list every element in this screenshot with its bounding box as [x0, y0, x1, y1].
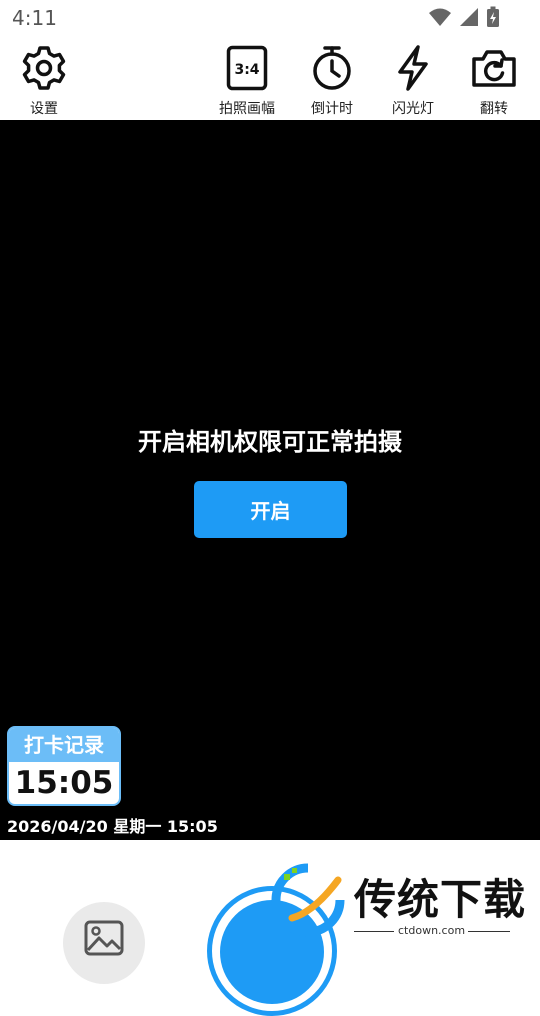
flash-icon	[398, 45, 428, 91]
date-time-stamp: 2026/04/20 星期一 15:05	[7, 817, 218, 836]
enable-camera-button[interactable]: 开启	[194, 481, 347, 538]
aspect-ratio-icon: 3:4	[226, 45, 268, 91]
image-icon	[84, 920, 124, 956]
aspect-ratio-value: 3:4	[234, 62, 259, 78]
flip-camera-button[interactable]: 翻转	[454, 44, 534, 118]
aspect-ratio-label: 拍照画幅	[219, 101, 275, 117]
watermark-logo-icon	[271, 863, 345, 937]
camera-viewfinder: 开启相机权限可正常拍摄 开启 打卡记录 15:05 2026/04/20 星期一…	[0, 120, 540, 840]
site-watermark: 传统下载 ctdown.com	[268, 860, 530, 940]
status-time: 4:11	[12, 6, 57, 30]
wifi-icon	[429, 8, 451, 26]
watermark-site: ctdown.com	[398, 924, 466, 937]
camera-toolbar: 设置 3:4 拍照画幅 倒计时 闪光灯 翻转	[0, 36, 540, 120]
aspect-ratio-button[interactable]: 3:4 拍照画幅	[207, 44, 287, 118]
timer-button[interactable]: 倒计时	[292, 44, 372, 118]
gear-icon	[22, 46, 66, 90]
flip-camera-label: 翻转	[480, 101, 508, 117]
battery-icon	[487, 6, 499, 27]
punch-record-card[interactable]: 打卡记录 15:05	[7, 726, 121, 806]
timer-label: 倒计时	[311, 101, 353, 117]
settings-label: 设置	[30, 101, 58, 117]
punch-record-title: 打卡记录	[9, 728, 119, 762]
flash-label: 闪光灯	[392, 101, 434, 117]
status-bar: 4:11	[0, 0, 540, 36]
stopwatch-icon	[313, 46, 351, 90]
flip-camera-icon	[472, 50, 516, 87]
gallery-button[interactable]	[63, 902, 145, 984]
watermark-divider-right	[468, 931, 510, 932]
punch-record-time: 15:05	[14, 765, 114, 801]
watermark-divider-left	[354, 931, 394, 932]
watermark-title: 传统下载	[354, 875, 527, 924]
settings-button[interactable]: 设置	[4, 44, 84, 118]
flash-button[interactable]: 闪光灯	[373, 44, 453, 118]
permission-message: 开启相机权限可正常拍摄	[138, 428, 402, 456]
signal-icon	[460, 8, 478, 26]
status-icons	[428, 6, 500, 28]
